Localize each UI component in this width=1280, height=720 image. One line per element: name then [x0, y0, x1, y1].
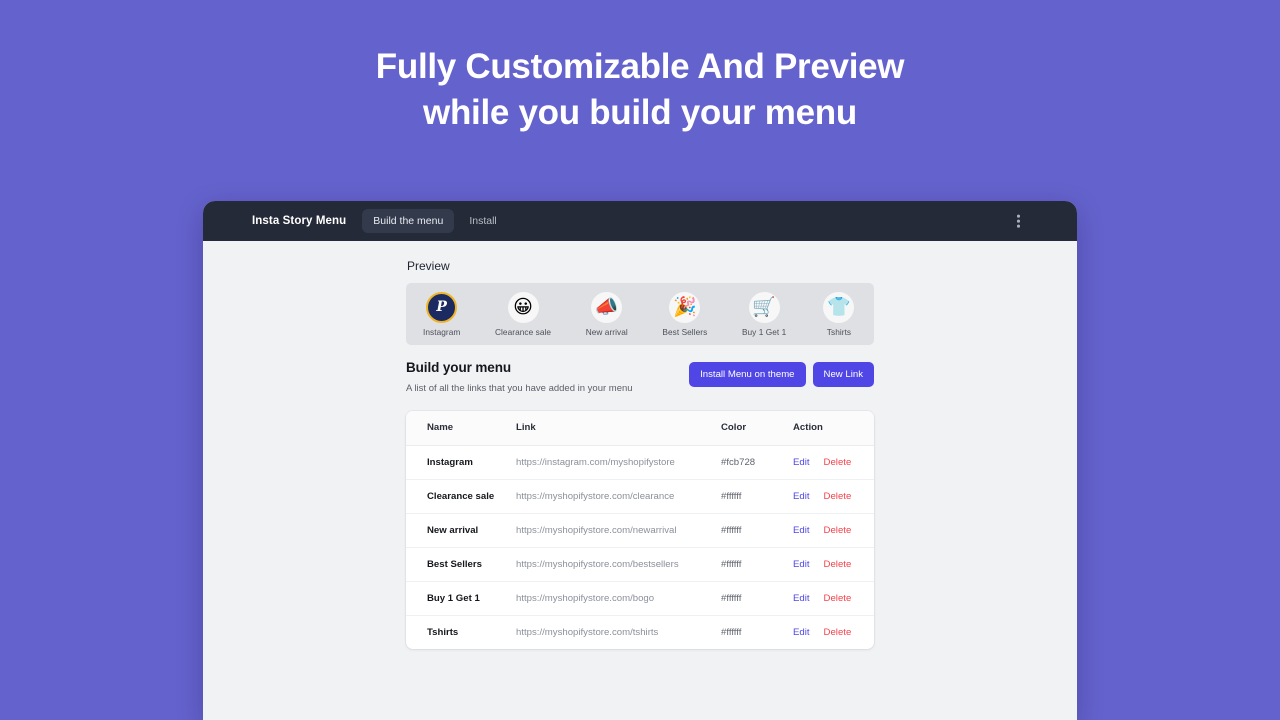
column-header-name: Name: [406, 411, 516, 446]
preview-section-label: Preview: [407, 259, 450, 273]
edit-link[interactable]: Edit: [793, 593, 810, 604]
cell-name: Clearance sale: [427, 490, 495, 502]
cell-link: https://myshopifystore.com/tshirts: [516, 626, 659, 638]
story-label-new-arrival: New arrival: [585, 326, 628, 337]
links-table-card: Name Link Color Action Instagram https:/…: [406, 411, 874, 649]
kebab-menu-icon[interactable]: [1014, 212, 1023, 231]
hero-headline-line-1: Fully Customizable And Preview: [375, 47, 905, 86]
story-item-instagram[interactable]: P Instagram: [423, 291, 461, 337]
delete-link[interactable]: Delete: [824, 491, 852, 502]
new-link-button[interactable]: New Link: [812, 362, 874, 387]
table-row: Tshirts https://myshopifystore.com/tshir…: [406, 615, 874, 649]
build-menu-actions: Install Menu on theme New Link: [689, 362, 874, 387]
cell-action: Edit Delete: [793, 615, 874, 649]
shopping-cart-glyph: 🛒: [752, 296, 776, 318]
app-content: Preview P Instagram 😀 Clearance sale 📣 N…: [203, 241, 1077, 720]
cell-color: #fcb728: [721, 456, 756, 468]
kebab-dot-3: [1017, 224, 1020, 228]
story-label-tshirts: Tshirts: [826, 326, 852, 337]
delete-link[interactable]: Delete: [824, 627, 852, 638]
edit-link[interactable]: Edit: [793, 627, 810, 638]
party-popper-emoji: 🎉: [669, 291, 701, 323]
table-row: Clearance sale https://myshopifystore.co…: [406, 479, 874, 513]
table-row: Instagram https://instagram.com/myshopif…: [406, 445, 874, 479]
tshirt-glyph: 👕: [827, 296, 851, 318]
app-window: Insta Story Menu Build the menu Install …: [203, 201, 1077, 720]
delete-link[interactable]: Delete: [824, 593, 852, 604]
cell-color: #ffffff: [721, 524, 742, 536]
cell-color: #ffffff: [721, 592, 742, 604]
story-label-buy-1-get-1: Buy 1 Get 1: [741, 326, 787, 337]
story-item-tshirts[interactable]: 👕 Tshirts: [821, 291, 857, 337]
cell-link: https://myshopifystore.com/clearance: [516, 490, 675, 502]
cell-link: https://myshopifystore.com/bogo: [516, 592, 655, 604]
cell-name: New arrival: [427, 524, 479, 536]
shopping-cart-emoji: 🛒: [748, 291, 780, 323]
tshirt-emoji: 👕: [823, 291, 855, 323]
tab-build-the-menu[interactable]: Build the menu: [362, 209, 455, 233]
content-column: Preview P Instagram 😀 Clearance sale 📣 N…: [406, 241, 874, 649]
links-table-body: Instagram https://instagram.com/myshopif…: [406, 445, 874, 649]
cell-color: #ffffff: [721, 558, 742, 570]
column-header-action: Action: [793, 411, 874, 446]
column-header-link: Link: [516, 411, 721, 446]
app-brand-title: Insta Story Menu: [252, 215, 347, 227]
story-label-instagram: Instagram: [423, 326, 461, 337]
cell-name: Buy 1 Get 1: [427, 592, 480, 604]
build-menu-subtitle: A list of all the links that you have ad…: [406, 383, 633, 394]
cell-link: https://myshopifystore.com/bestsellers: [516, 558, 679, 570]
table-row: Best Sellers https://myshopifystore.com/…: [406, 547, 874, 581]
grinning-face-emoji: 😀: [507, 291, 539, 323]
cell-action: Edit Delete: [793, 445, 874, 479]
story-item-new-arrival[interactable]: 📣 New arrival: [585, 291, 628, 337]
app-topbar: Insta Story Menu Build the menu Install: [203, 201, 1077, 241]
delete-link[interactable]: Delete: [824, 559, 852, 570]
table-header-row: Name Link Color Action: [406, 411, 874, 446]
cell-link: https://myshopifystore.com/newarrival: [516, 524, 677, 536]
install-menu-on-theme-button[interactable]: Install Menu on theme: [689, 362, 806, 387]
edit-link[interactable]: Edit: [793, 457, 810, 468]
cell-name: Best Sellers: [427, 558, 482, 570]
cell-color: #ffffff: [721, 626, 742, 638]
build-menu-header: Build your menu A list of all the links …: [406, 360, 874, 394]
megaphone-glyph: 📣: [594, 296, 619, 318]
story-preview-strip: P Instagram 😀 Clearance sale 📣 New arriv…: [406, 283, 874, 345]
story-label-clearance-sale: Clearance sale: [495, 326, 552, 337]
column-header-color: Color: [721, 411, 793, 446]
paypal-p-badge-icon: P: [426, 291, 458, 323]
story-item-buy-1-get-1[interactable]: 🛒 Buy 1 Get 1: [741, 291, 787, 337]
table-row: New arrival https://myshopifystore.com/n…: [406, 513, 874, 547]
tab-install[interactable]: Install: [458, 209, 507, 233]
megaphone-emoji: 📣: [591, 291, 623, 323]
story-item-best-sellers[interactable]: 🎉 Best Sellers: [662, 291, 708, 337]
cell-action: Edit Delete: [793, 581, 874, 615]
kebab-dot-1: [1017, 214, 1020, 218]
cell-name: Tshirts: [427, 626, 459, 638]
hero-headline-line-2: while you build your menu: [423, 93, 857, 132]
edit-link[interactable]: Edit: [793, 491, 810, 502]
delete-link[interactable]: Delete: [824, 525, 852, 536]
cell-color: #ffffff: [721, 490, 742, 502]
links-table: Name Link Color Action Instagram https:/…: [406, 411, 874, 649]
edit-link[interactable]: Edit: [793, 525, 810, 536]
table-row: Buy 1 Get 1 https://myshopifystore.com/b…: [406, 581, 874, 615]
build-menu-heading-group: Build your menu A list of all the links …: [406, 360, 633, 394]
cell-action: Edit Delete: [793, 479, 874, 513]
story-item-clearance-sale[interactable]: 😀 Clearance sale: [495, 291, 552, 337]
cell-action: Edit Delete: [793, 547, 874, 581]
hero-headline: Fully Customizable And Preview while you…: [0, 44, 1280, 136]
story-label-best-sellers: Best Sellers: [662, 326, 708, 337]
cell-name: Instagram: [427, 456, 473, 468]
links-table-head: Name Link Color Action: [406, 411, 874, 446]
kebab-dot-2: [1017, 219, 1020, 223]
edit-link[interactable]: Edit: [793, 559, 810, 570]
delete-link[interactable]: Delete: [824, 457, 852, 468]
cell-action: Edit Delete: [793, 513, 874, 547]
cell-link: https://instagram.com/myshopifystore: [516, 456, 675, 468]
build-menu-title: Build your menu: [406, 360, 512, 375]
party-popper-glyph: 🎉: [673, 296, 697, 318]
grinning-face-glyph: 😀: [513, 296, 533, 318]
app-tab-list: Build the menu Install: [362, 209, 507, 233]
